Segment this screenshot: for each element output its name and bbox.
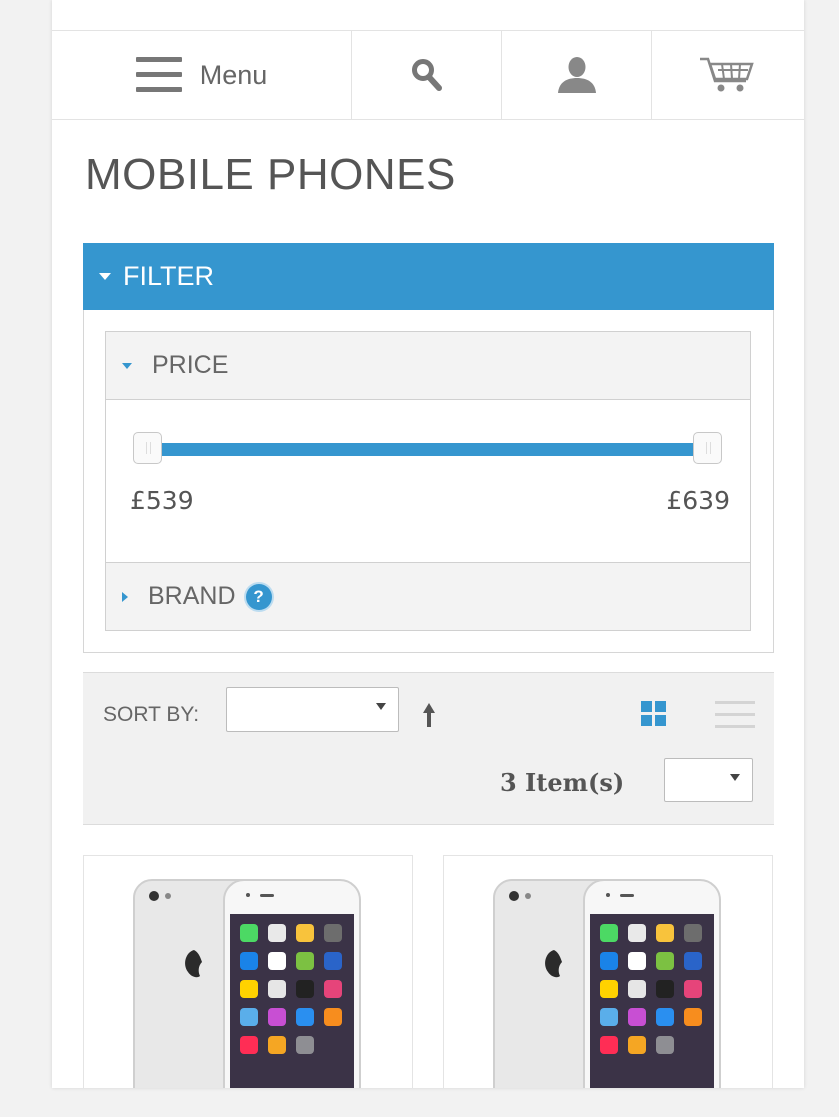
- price-facet-label: PRICE: [152, 351, 229, 379]
- limit-select[interactable]: [664, 758, 753, 802]
- product-card[interactable]: [83, 855, 413, 1088]
- filter-title: FILTER: [123, 261, 215, 291]
- sort-toolbar: SORT BY: 3 Item(s): [83, 672, 774, 825]
- cart-button[interactable]: [652, 31, 804, 119]
- filter-toggle[interactable]: FILTER: [83, 243, 774, 310]
- item-count: 3 Item(s): [500, 768, 625, 797]
- header-nav: Menu: [52, 30, 804, 120]
- product-image[interactable]: [492, 878, 722, 1088]
- price-max-value: £639: [666, 486, 730, 515]
- slider-max-handle[interactable]: [693, 432, 722, 464]
- product-card[interactable]: [443, 855, 773, 1088]
- brand-facet-label: BRAND: [148, 582, 236, 610]
- brand-facet-toggle[interactable]: BRAND ?: [106, 562, 750, 630]
- caret-down-icon: [99, 273, 111, 280]
- slider-range-track[interactable]: [148, 443, 708, 456]
- caret-right-icon: [122, 591, 128, 602]
- search-button[interactable]: [352, 31, 502, 119]
- price-min-value: £539: [130, 486, 194, 515]
- product-image[interactable]: [132, 878, 362, 1088]
- price-facet-toggle[interactable]: PRICE: [106, 332, 750, 400]
- filter-facets: PRICE £539 £639 BRAND ?: [105, 331, 751, 631]
- menu-button[interactable]: Menu: [52, 31, 352, 119]
- page-container: Menu MOBILE PHONES FILTER PRICE £539 £63…: [52, 0, 804, 1088]
- sort-by-select[interactable]: [226, 687, 399, 732]
- menu-label: Menu: [199, 59, 268, 90]
- question-circle-icon[interactable]: ?: [245, 583, 272, 610]
- caret-down-icon: [122, 362, 132, 369]
- account-button[interactable]: [502, 31, 652, 119]
- slider-min-handle[interactable]: [133, 432, 162, 464]
- dropdown-arrow-icon: [376, 703, 386, 710]
- sort-direction-arrow-icon[interactable]: [420, 701, 438, 729]
- grid-view-icon[interactable]: [641, 701, 667, 727]
- price-range-slider: £539 £639: [106, 400, 750, 560]
- search-icon: [411, 59, 442, 91]
- dropdown-arrow-icon: [730, 774, 740, 781]
- filter-panel: FILTER PRICE £539 £639 BRAND ?: [83, 243, 774, 653]
- list-view-icon[interactable]: [715, 701, 755, 729]
- hamburger-icon: [135, 57, 182, 93]
- user-icon: [557, 57, 596, 93]
- sort-by-label: SORT BY:: [103, 703, 200, 726]
- cart-icon: [700, 57, 754, 92]
- page-title: MOBILE PHONES: [85, 150, 456, 199]
